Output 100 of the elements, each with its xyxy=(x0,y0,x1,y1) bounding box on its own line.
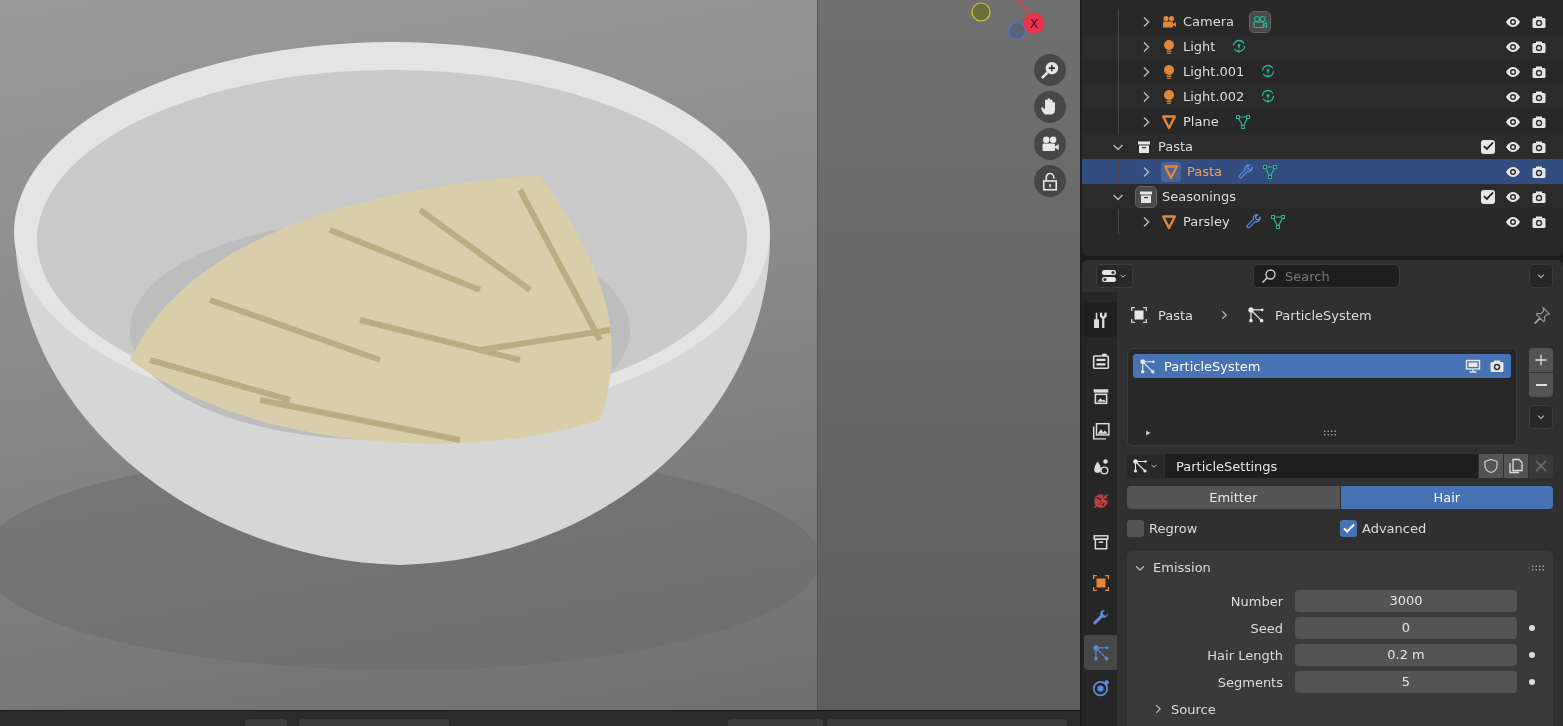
plus-icon xyxy=(1533,352,1549,368)
pin-icon[interactable] xyxy=(1533,306,1551,324)
panel-title: Source xyxy=(1171,701,1216,717)
movie-camera-icon xyxy=(1040,134,1060,154)
type-toggle[interactable]: Hair xyxy=(1340,486,1553,509)
zoom-button[interactable] xyxy=(1034,54,1066,86)
object-name: Camera xyxy=(1183,14,1235,29)
field-label: Number xyxy=(1229,593,1283,609)
browse-button[interactable] xyxy=(1127,454,1164,478)
list-item[interactable]: ParticleSystem xyxy=(1133,354,1511,378)
particle-nodes-icon xyxy=(1139,357,1156,375)
play-triangle-icon[interactable] xyxy=(1143,428,1153,438)
outliner-row[interactable]: Parsley xyxy=(1082,209,1563,234)
outliner-row[interactable]: Pasta xyxy=(1082,159,1563,184)
orbit-icon xyxy=(1091,678,1110,697)
triangle-icon xyxy=(1161,213,1177,230)
field-label: Hair Length xyxy=(1206,647,1283,663)
particle-nodes-icon xyxy=(1247,306,1266,324)
add-button[interactable] xyxy=(1529,348,1553,372)
zoom-icon xyxy=(1040,60,1060,80)
item-name: ParticleSystem xyxy=(1164,358,1261,374)
object-frame-icon xyxy=(1130,306,1148,324)
monitor-icon[interactable] xyxy=(1465,358,1481,374)
light-circle-icon[interactable] xyxy=(1260,63,1277,80)
fake-user-button[interactable] xyxy=(1479,454,1503,478)
open-lock-icon xyxy=(1040,171,1060,191)
lock-button[interactable] xyxy=(1034,165,1066,197)
vertex-triangle-icon[interactable] xyxy=(1262,163,1279,180)
globe-icon xyxy=(1091,491,1110,510)
axis-gizmo[interactable]: X xyxy=(962,0,1062,50)
value-field[interactable]: 0 xyxy=(1295,617,1517,639)
lightbulb-icon xyxy=(1161,38,1177,55)
light-circle-icon[interactable] xyxy=(1260,88,1277,105)
shield-icon xyxy=(1483,458,1499,474)
checkmark-icon xyxy=(1482,142,1494,151)
remove-button[interactable] xyxy=(1529,373,1553,397)
checkbox-label: Regrow xyxy=(1149,520,1198,536)
search-field[interactable]: Search xyxy=(1253,264,1400,288)
keyframe-dot[interactable] xyxy=(1529,652,1535,658)
checkbox[interactable] xyxy=(1127,519,1144,537)
minus-icon xyxy=(1535,384,1547,386)
storage-box-icon xyxy=(1136,186,1156,207)
lightbulb-icon xyxy=(1161,63,1177,80)
vertex-triangle-icon[interactable] xyxy=(1269,213,1286,230)
duplicate-button[interactable] xyxy=(1504,454,1528,478)
object-name: Light xyxy=(1183,39,1216,54)
search-icon xyxy=(1261,268,1277,284)
image-stack-icon xyxy=(1091,421,1110,440)
light-circle-icon[interactable] xyxy=(1231,38,1248,55)
wrench-icon[interactable] xyxy=(1245,213,1262,230)
search-input[interactable]: Search xyxy=(1285,268,1385,284)
checkbox[interactable] xyxy=(1481,189,1495,204)
camera-back-icon xyxy=(1091,351,1110,370)
drops-icon xyxy=(1091,456,1110,475)
object-name: Pasta xyxy=(1187,164,1223,179)
value-field[interactable]: 3000 xyxy=(1295,590,1517,612)
object-name: Light.001 xyxy=(1183,64,1245,79)
checkbox-label: Advanced xyxy=(1362,520,1427,536)
object-name: Plane xyxy=(1183,114,1219,129)
camera-icon[interactable] xyxy=(1489,358,1505,374)
object-frame-icon xyxy=(1091,573,1110,592)
collection-name: Seasonings xyxy=(1162,189,1237,204)
object-name: Light.002 xyxy=(1183,89,1245,104)
unlink-button[interactable] xyxy=(1529,454,1553,478)
properties-tab[interactable] xyxy=(1084,302,1117,337)
field-label: Seed xyxy=(1249,620,1283,636)
storage-box-icon xyxy=(1091,532,1110,551)
settings-name-field[interactable]: ParticleSettings xyxy=(1165,454,1478,478)
value-field[interactable]: 5 xyxy=(1295,671,1517,693)
pan-button[interactable] xyxy=(1034,91,1066,123)
type-toggle[interactable]: Emitter xyxy=(1127,486,1340,509)
keyframe-dot[interactable] xyxy=(1529,679,1535,685)
dropdown-button[interactable] xyxy=(1529,264,1553,288)
triangle-icon xyxy=(1161,113,1177,130)
breadcrumb-label: Pasta xyxy=(1158,307,1194,323)
axis-label: X xyxy=(1029,16,1039,31)
screwdriver-wrench-icon xyxy=(1091,310,1110,329)
editor-type-button[interactable] xyxy=(1096,264,1133,288)
movie-camera-icon[interactable] xyxy=(1250,11,1271,32)
field-label: Segments xyxy=(1216,674,1283,690)
checkbox[interactable] xyxy=(1481,139,1495,154)
panel-title: Emission xyxy=(1153,560,1211,575)
menu-button[interactable] xyxy=(1529,405,1553,429)
particle-nodes-icon xyxy=(1132,458,1148,474)
value-field[interactable]: 0.2 m xyxy=(1295,644,1517,666)
close-icon xyxy=(1533,458,1549,474)
toggle-switch-icon xyxy=(1101,268,1117,284)
camera-view-button[interactable] xyxy=(1034,128,1066,160)
movie-camera-icon xyxy=(1161,13,1177,30)
object-name: Parsley xyxy=(1183,214,1230,229)
checkmark-icon xyxy=(1482,192,1494,201)
axis-line xyxy=(1017,0,1029,14)
breadcrumb-label: ParticleSystem xyxy=(1275,307,1372,323)
subpanel-header[interactable]: Source xyxy=(1127,699,1553,719)
printer-icon xyxy=(1091,386,1110,405)
checkbox[interactable] xyxy=(1340,519,1357,537)
vertex-triangle-icon[interactable] xyxy=(1234,113,1251,130)
triangle-icon xyxy=(1161,161,1181,182)
keyframe-dot[interactable] xyxy=(1529,625,1535,631)
panel-header[interactable]: Emission xyxy=(1127,555,1553,580)
